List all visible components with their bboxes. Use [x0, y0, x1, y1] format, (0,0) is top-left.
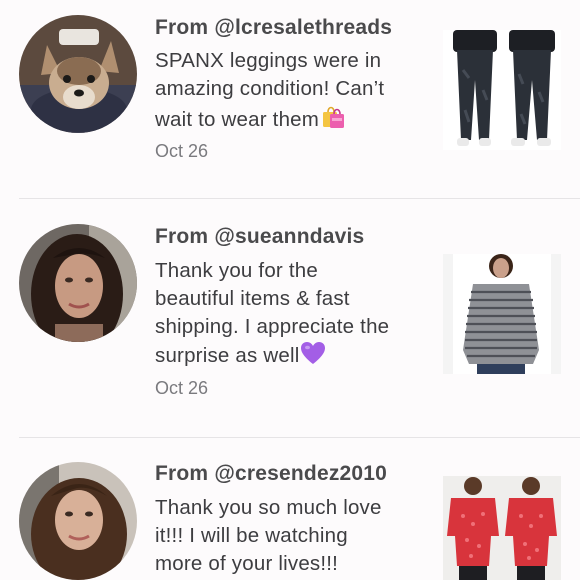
review-line: beautiful items & fast [155, 287, 350, 310]
review-line: it!!! I will be watching [155, 524, 348, 547]
review-message: SPANX leggings were in amazing condition… [155, 47, 425, 137]
review-line: amazing condition! Can’t [155, 77, 385, 100]
review-message: Thank you so much love it!!! I will be w… [155, 494, 425, 578]
avatar[interactable] [19, 462, 137, 580]
dog-photo [19, 15, 137, 133]
purple-heart-icon [300, 341, 326, 373]
striped-top-photo [443, 254, 561, 374]
review-line: more of your lives!!! [155, 552, 339, 575]
reviewer-handle[interactable]: From @lcresalethreads [155, 16, 392, 40]
reviewer-handle[interactable]: From @cresendez2010 [155, 462, 387, 486]
review-line: SPANX leggings were in [155, 49, 382, 72]
review-message: Thank you for the beautiful items & fast… [155, 257, 425, 373]
item-thumbnail[interactable] [443, 30, 561, 150]
review-date: Oct 26 [155, 141, 209, 161]
item-thumbnail[interactable] [443, 476, 561, 580]
profile-photo [19, 462, 137, 580]
red-lace-top-photo [443, 476, 561, 580]
review-line: surprise as well [155, 341, 425, 373]
avatar[interactable] [19, 15, 137, 133]
leggings-photo [443, 30, 561, 150]
review-item[interactable]: From @lcresalethreads SPANX leggings wer… [0, 0, 580, 198]
reviewer-handle[interactable]: From @sueanndavis [155, 225, 364, 249]
review-line: shipping. I appreciate the [155, 315, 390, 338]
review-item[interactable]: From @cresendez2010 Thank you so much lo… [0, 438, 580, 580]
review-item[interactable]: From @sueanndavis Thank you for the beau… [0, 199, 580, 437]
review-line: Thank you so much love [155, 496, 382, 519]
review-line: Thank you for the [155, 259, 318, 282]
review-line: wait to wear them [155, 103, 425, 137]
review-date: Oct 26 [155, 378, 209, 398]
item-thumbnail[interactable] [443, 254, 561, 374]
profile-photo [19, 224, 137, 342]
avatar[interactable] [19, 224, 137, 342]
shopping-bags-icon [320, 103, 346, 137]
